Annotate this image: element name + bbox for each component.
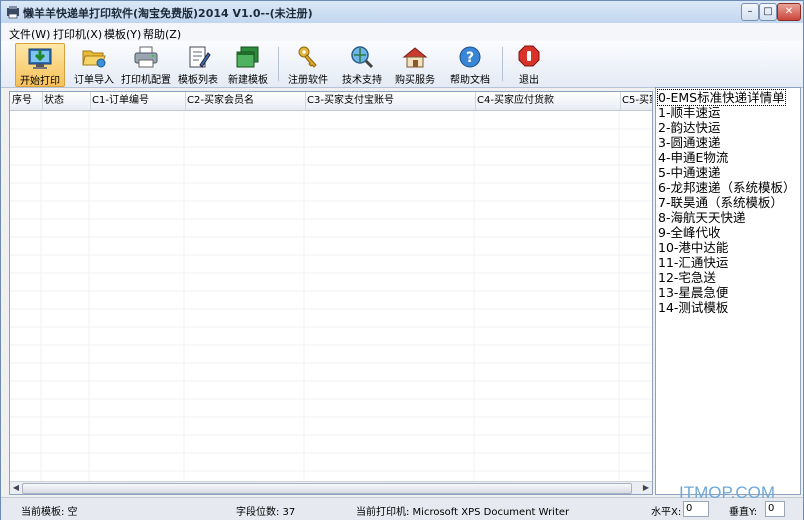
maximize-button[interactable]: □ [759,3,777,21]
template-item[interactable]: 2-韵达快运 [658,120,720,135]
scroll-thumb[interactable] [22,483,632,494]
printer-config-label: 打印机配置 [121,75,171,86]
stop-icon [518,45,540,67]
template-item[interactable]: 3-圆通速递 [658,135,720,150]
menu-printer[interactable]: 打印机(X) [53,26,102,42]
app-icon [7,6,19,19]
field-count-status: 字段位数: 37 [236,507,296,518]
grid-lines [10,111,652,481]
register-software-button[interactable]: 注册软件 [286,43,330,86]
order-grid[interactable]: 序号 状态 C1-订单编号 C2-买家会员名 C3-买家支付宝账号 C4-买家应… [9,91,653,495]
template-item[interactable]: 5-中通速递 [658,165,720,180]
help-docs-button[interactable]: ? 帮助文档 [447,43,493,86]
template-item[interactable]: 12-宅急送 [658,270,716,285]
template-item[interactable]: 1-顺丰速运 [658,105,720,120]
new-template-button[interactable]: 新建模板 [225,43,271,86]
help-icon: ? [459,46,481,68]
scroll-right-icon[interactable]: ▶ [640,482,652,494]
close-button[interactable]: ✕ [777,3,801,21]
watermark-text: ITMOP.COM [679,483,776,502]
vertical-y-label: 垂直Y: [729,507,758,518]
minimize-button[interactable]: – [741,3,759,21]
scroll-left-icon[interactable]: ◀ [10,482,22,494]
template-item[interactable]: 4-申通E物流 [658,150,728,165]
template-list-button[interactable]: 模板列表 [176,43,220,86]
horizontal-x-field[interactable]: 0 [683,501,709,517]
window-title: 懒羊羊快递单打印软件(淘宝免费版)2014 V1.0--(未注册) [23,7,313,20]
start-print-label: 开始打印 [20,76,60,87]
help-docs-label: 帮助文档 [450,75,490,86]
svg-text:?: ? [466,50,474,66]
template-item[interactable]: 14-测试模板 [658,300,728,315]
new-window-icon [236,46,259,68]
grid-body [10,111,652,481]
template-item[interactable]: 13-星晨急便 [658,285,728,300]
house-icon [402,47,428,68]
horizontal-scrollbar[interactable]: ◀ ▶ [10,481,652,494]
horizontal-x-label: 水平X: [651,507,682,518]
toolbar-separator [278,47,279,81]
current-template-status: 当前模板: 空 [21,507,78,518]
exit-button[interactable]: 退出 [509,43,549,86]
template-item[interactable]: 6-龙邦速递（系统模板） [658,180,795,195]
printer-icon [134,46,158,68]
column-header[interactable]: C2-买家会员名 [185,92,306,110]
menu-template[interactable]: 模板(Y) [104,26,141,42]
order-import-button[interactable]: 订单导入 [71,43,117,86]
start-print-button[interactable]: 开始打印 [15,43,65,87]
magnifier-globe-icon [351,46,374,69]
tech-support-button[interactable]: 技术支持 [339,43,385,86]
template-item[interactable]: 8-海航天天快递 [658,210,745,225]
template-item[interactable]: 9-全峰代收 [658,225,720,240]
column-header[interactable]: C5-买家 [620,92,652,110]
column-header[interactable]: C4-买家应付货款 [475,92,621,110]
document-edit-icon [189,46,211,68]
current-printer-status: 当前打印机: Microsoft XPS Document Writer [356,507,570,518]
register-software-label: 注册软件 [288,75,328,86]
toolbar-separator [502,47,503,81]
menu-file[interactable]: 文件(W) [9,26,50,42]
buy-service-label: 购买服务 [395,75,435,86]
column-header[interactable]: C1-订单编号 [90,92,186,110]
new-template-label: 新建模板 [228,75,268,86]
template-list-label: 模板列表 [178,75,218,86]
buy-service-button[interactable]: 购买服务 [392,43,438,86]
menu-bar: 文件(W) 打印机(X) 模板(Y) 帮助(Z) [1,23,803,41]
template-item[interactable]: 7-联昊通（系统模板） [658,195,783,210]
toolbar: 开始打印 订单导入 打印机配置 模板列表 新建模板 注册软件 技术支持 购买服务… [1,41,803,88]
printer-config-button[interactable]: 打印机配置 [120,43,172,86]
folder-open-icon [82,50,106,68]
tech-support-label: 技术支持 [342,75,382,86]
title-bar[interactable]: 懒羊羊快递单打印软件(淘宝免费版)2014 V1.0--(未注册) – □ ✕ [1,1,803,23]
key-icon [298,46,317,68]
template-list[interactable]: 0-EMS标准快递详情单 1-顺丰速运 2-韵达快运 3-圆通速递 4-申通E物… [655,87,801,495]
app-window: 懒羊羊快递单打印软件(淘宝免费版)2014 V1.0--(未注册) – □ ✕ … [0,0,804,520]
exit-label: 退出 [519,75,539,86]
vertical-y-field[interactable]: 0 [765,501,785,517]
column-header[interactable]: 状态 [42,92,91,110]
menu-help[interactable]: 帮助(Z) [143,26,181,42]
template-item[interactable]: 0-EMS标准快递详情单 [657,89,786,106]
template-item[interactable]: 10-港中达能 [658,240,728,255]
grid-header: 序号 状态 C1-订单编号 C2-买家会员名 C3-买家支付宝账号 C4-买家应… [10,92,652,111]
monitor-download-icon [28,48,52,69]
order-import-label: 订单导入 [74,75,114,86]
template-item[interactable]: 11-汇通快运 [658,255,728,270]
column-header[interactable]: C3-买家支付宝账号 [305,92,476,110]
column-header[interactable]: 序号 [10,92,43,110]
